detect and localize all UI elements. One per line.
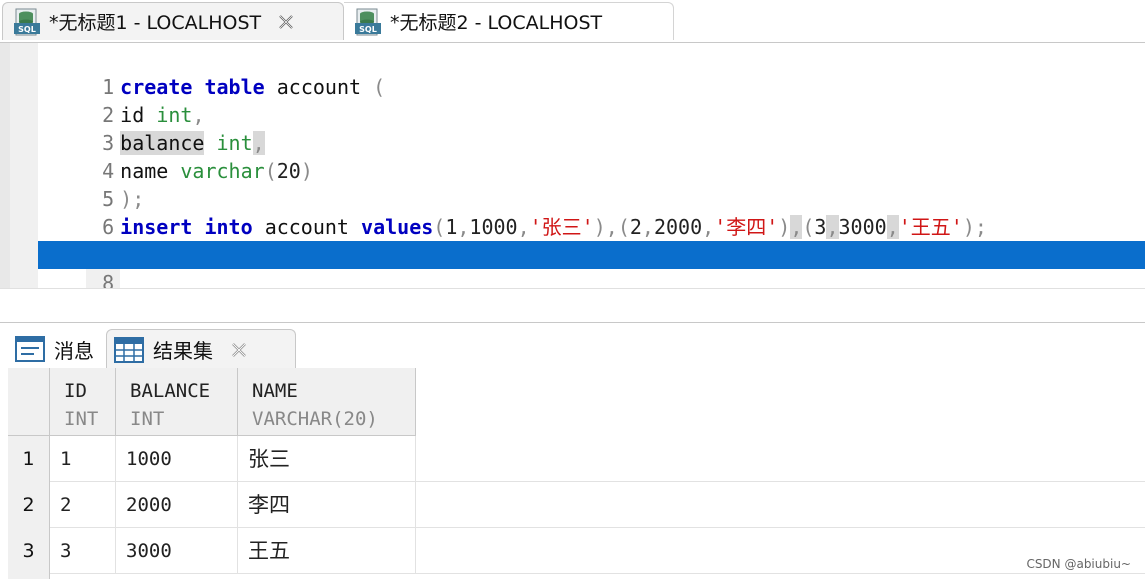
grid-icon: [114, 336, 144, 363]
column-header-id[interactable]: ID INT: [50, 368, 116, 436]
code-line[interactable]: 1 create table account (: [38, 45, 1145, 99]
panel-divider: [0, 288, 1145, 323]
editor-tab-strip: SQL *无标题1 - LOCALHOST SQL *无标题2 - LOCALH…: [0, 0, 1145, 42]
tab-result-set[interactable]: 结果集: [106, 329, 296, 369]
code-line[interactable]: 2 id int,: [38, 73, 1145, 127]
row-number[interactable]: 2: [8, 482, 50, 528]
cell-balance[interactable]: 3000: [116, 528, 238, 574]
row-number-partial: [8, 574, 50, 579]
tab-label: 结果集: [153, 339, 213, 363]
code-line[interactable]: 9: [38, 269, 1145, 289]
code-line[interactable]: 3 balance int,: [38, 101, 1145, 155]
row-number[interactable]: 1: [8, 436, 50, 482]
cell-balance[interactable]: 2000: [116, 482, 238, 528]
sql-file-icon: SQL: [355, 8, 381, 35]
tab-messages[interactable]: 消息: [14, 329, 94, 369]
table-row[interactable]: 3 3 3000 王五: [8, 528, 1145, 574]
result-grid[interactable]: ID INT BALANCE INT NAME VARCHAR(20) 1 1 …: [8, 368, 1145, 579]
tab-label: *无标题2 - LOCALHOST: [390, 12, 603, 34]
svg-text:SQL: SQL: [18, 25, 36, 34]
table-row[interactable]: 1 1 1000 张三: [8, 436, 1145, 482]
result-tab-strip: 消息 结果集: [0, 322, 1145, 369]
line-number-gutter: [0, 43, 38, 289]
code-line[interactable]: 4 name varchar(20): [38, 129, 1145, 183]
cell-name[interactable]: 王五: [238, 528, 416, 574]
tab-label: 消息: [54, 338, 94, 363]
sql-editor[interactable]: 1 create table account ( 2 id int, 3 balanc…: [0, 42, 1145, 312]
tab-untitled-1[interactable]: SQL *无标题1 - LOCALHOST: [2, 2, 344, 40]
tab-label: *无标题1 - LOCALHOST: [49, 12, 262, 34]
close-icon[interactable]: [229, 340, 249, 360]
cell-id[interactable]: 3: [50, 528, 116, 574]
tab-untitled-2[interactable]: SQL *无标题2 - LOCALHOST: [344, 2, 674, 40]
row-number[interactable]: 3: [8, 528, 50, 574]
code-line[interactable]: 7commit;: [38, 213, 1145, 267]
watermark: CSDN @abiubiu~: [1026, 557, 1131, 571]
svg-text:SQL: SQL: [359, 25, 377, 34]
code-line-selected[interactable]: 8 select * from account;: [38, 241, 1145, 297]
sql-file-icon: SQL: [14, 8, 40, 35]
column-header-balance[interactable]: BALANCE INT: [116, 368, 238, 436]
message-icon: [15, 336, 45, 362]
cell-id[interactable]: 1: [50, 436, 116, 482]
table-row[interactable]: 2 2 2000 李四: [8, 482, 1145, 528]
cell-balance[interactable]: 1000: [116, 436, 238, 482]
cell-id[interactable]: 2: [50, 482, 116, 528]
close-icon[interactable]: [277, 13, 295, 31]
code-line[interactable]: 6 insert into account values(1,1000,'张三')…: [38, 185, 1145, 239]
code-line[interactable]: 5);: [38, 157, 1145, 211]
cell-name[interactable]: 李四: [238, 482, 416, 528]
column-header-name[interactable]: NAME VARCHAR(20): [238, 368, 416, 436]
cell-name[interactable]: 张三: [238, 436, 416, 482]
grid-corner: [8, 368, 50, 436]
